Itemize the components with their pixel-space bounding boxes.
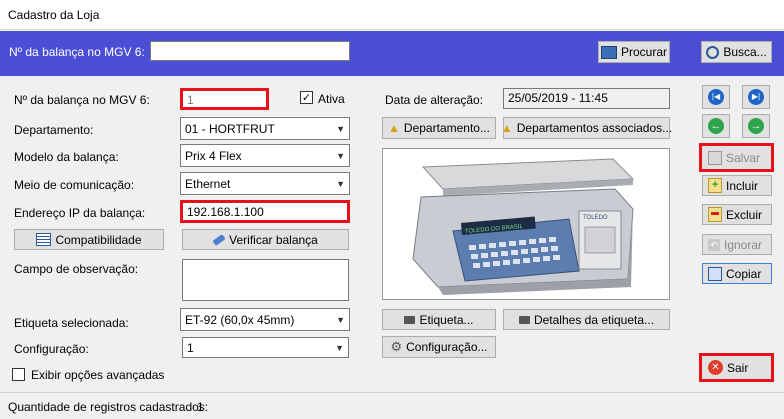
scale-brand-text: TOLEDO xyxy=(583,215,608,221)
ignore-button[interactable]: ↶ Ignorar xyxy=(702,234,772,255)
copy-button[interactable]: Copiar xyxy=(702,263,772,284)
ignore-button-label: Ignorar xyxy=(724,237,763,252)
label-details-button[interactable]: Detalhes da etiqueta... xyxy=(503,309,670,330)
search-scale-input[interactable] xyxy=(150,41,350,61)
advanced-checkbox[interactable] xyxy=(12,368,25,381)
compat-button-label: Compatibilidade xyxy=(55,232,142,247)
status-bar: Quantidade de registros cadastrados: 1 xyxy=(0,392,784,419)
nav-first-button[interactable]: |◀ xyxy=(702,85,730,109)
changed-date-value: 25/05/2019 - 11:45 xyxy=(503,88,670,109)
nav-next-button[interactable]: → xyxy=(742,114,770,138)
changed-date-label: Data de alteração: xyxy=(385,93,484,107)
active-label: Ativa xyxy=(318,92,345,106)
verify-button-label: Verificar balança xyxy=(229,232,318,247)
printer-icon xyxy=(518,315,530,324)
record-count-value: 1 xyxy=(197,400,204,414)
find-button-label: Busca... xyxy=(723,45,767,59)
scale-image: TOLEDO DO BRASIL TOLEDO xyxy=(382,148,670,300)
active-checkbox[interactable]: ✓ xyxy=(300,91,313,104)
department-value: 01 - HORTFRUT xyxy=(185,121,275,136)
magnifier-icon xyxy=(706,45,720,59)
chevron-down-icon: ▼ xyxy=(336,314,345,325)
chevron-down-icon: ▼ xyxy=(335,342,344,353)
model-select[interactable]: Prix 4 Flex ▼ xyxy=(180,144,350,167)
scale-illustration: TOLEDO DO BRASIL TOLEDO xyxy=(412,158,635,295)
chevron-down-icon: ▼ xyxy=(336,150,345,161)
printer-icon xyxy=(404,315,416,324)
add-button[interactable]: + Incluir xyxy=(702,175,772,196)
comm-label: Meio de comunicação: xyxy=(14,178,135,192)
exit-button[interactable]: ✕ Sair xyxy=(699,353,774,382)
search-button-label: Procurar xyxy=(620,45,667,59)
department-select[interactable]: 01 - HORTFRUT ▼ xyxy=(180,117,350,140)
nav-last-button[interactable]: ▶| xyxy=(742,85,770,109)
label-selected-label: Etiqueta selecionada: xyxy=(14,316,129,330)
department-icon: ▲ xyxy=(388,121,400,135)
search-scale-label: Nº da balança no MGV 6: xyxy=(9,45,145,59)
close-icon: ✕ xyxy=(708,360,723,375)
label-select[interactable]: ET-92 (60,0x 45mm) ▼ xyxy=(180,308,350,331)
delete-button[interactable]: Excluir xyxy=(702,204,772,225)
window-titlebar: Cadastro da Loja xyxy=(0,0,784,30)
undo-icon: ↶ xyxy=(708,238,720,251)
arrow-right-icon: → xyxy=(748,118,764,134)
obs-label: Campo de observação: xyxy=(14,262,139,276)
add-button-label: Incluir xyxy=(726,178,759,193)
add-document-icon: + xyxy=(708,178,722,193)
first-record-icon: |◀ xyxy=(708,89,724,105)
model-value: Prix 4 Flex xyxy=(185,148,242,163)
search-record-icon xyxy=(600,45,617,59)
label-select-value: ET-92 (60,0x 45mm) xyxy=(185,312,295,327)
department-icon: ▲ xyxy=(500,121,513,135)
obs-textarea[interactable] xyxy=(182,259,349,301)
ip-label: Endereço IP da balança: xyxy=(14,206,146,220)
grid-icon xyxy=(36,233,52,246)
record-count-label: Quantidade de registros cadastrados: xyxy=(8,400,209,414)
label-button[interactable]: Etiqueta... xyxy=(382,309,496,330)
delete-button-label: Excluir xyxy=(726,207,763,222)
config-value: 1 xyxy=(187,340,194,355)
find-button[interactable]: Busca... xyxy=(701,41,772,63)
floppy-icon xyxy=(708,150,722,165)
nav-prev-button[interactable]: ← xyxy=(702,114,730,138)
comm-select[interactable]: Ethernet ▼ xyxy=(180,172,350,195)
config-button[interactable]: ⚙ Configuração... xyxy=(382,336,496,358)
label-details-button-label: Detalhes da etiqueta... xyxy=(533,312,655,327)
model-label: Modelo da balança: xyxy=(14,150,119,164)
gear-icon: ⚙ xyxy=(390,339,403,354)
search-button[interactable]: Procurar xyxy=(598,41,670,63)
assoc-departments-button[interactable]: ▲ Departamentos associados... xyxy=(500,117,673,139)
departments-button[interactable]: ▲ Departamento... xyxy=(382,117,496,139)
verify-scale-button[interactable]: Verificar balança xyxy=(182,229,349,250)
department-label: Departamento: xyxy=(14,123,94,137)
config-select[interactable]: 1 ▼ xyxy=(182,337,349,358)
chevron-down-icon: ▼ xyxy=(336,178,345,189)
copy-icon xyxy=(708,266,722,281)
save-button-label: Salvar xyxy=(726,150,761,165)
config-button-label: Configuração... xyxy=(406,340,488,354)
compat-button[interactable]: Compatibilidade xyxy=(14,229,164,250)
ip-input[interactable]: 192.168.1.100 xyxy=(180,200,350,223)
window-title: Cadastro da Loja xyxy=(8,8,100,22)
last-record-icon: ▶| xyxy=(748,89,764,105)
scale-no-input[interactable]: 1 xyxy=(180,88,269,110)
arrow-left-icon: ← xyxy=(708,118,724,134)
advanced-label: Exibir opções avançadas xyxy=(31,368,165,382)
label-button-label: Etiqueta... xyxy=(419,312,474,327)
chevron-down-icon: ▼ xyxy=(336,123,345,134)
exit-button-label: Sair xyxy=(727,360,749,375)
plug-icon xyxy=(212,233,226,246)
delete-document-icon xyxy=(708,207,722,222)
config-label: Configuração: xyxy=(14,342,89,356)
comm-value: Ethernet xyxy=(185,176,231,191)
scale-no-label: Nº da balança no MGV 6: xyxy=(14,93,150,107)
save-button[interactable]: Salvar xyxy=(699,143,774,172)
assoc-departments-button-label: Departamentos associados... xyxy=(516,121,673,135)
departments-button-label: Departamento... xyxy=(403,121,490,135)
copy-button-label: Copiar xyxy=(726,266,762,281)
